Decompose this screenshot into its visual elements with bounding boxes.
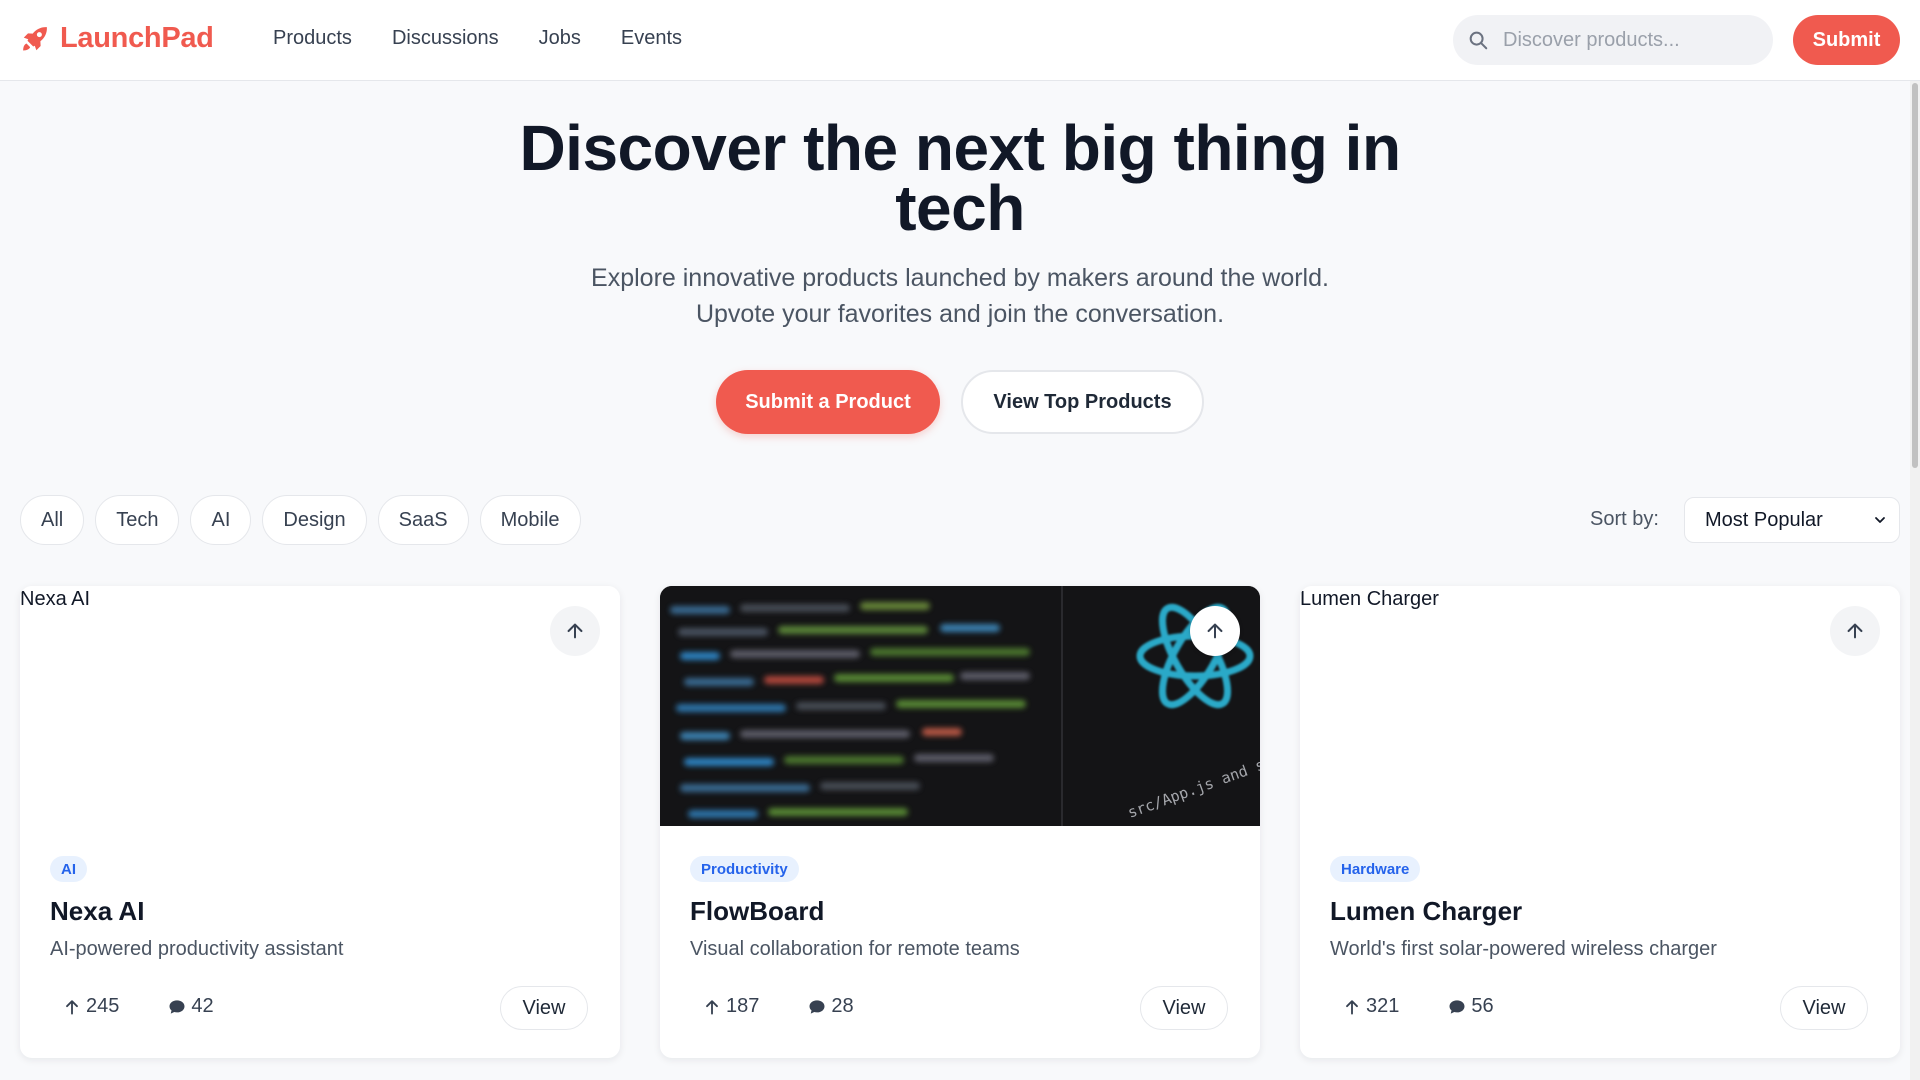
filter-chip-mobile[interactable]: Mobile: [479, 495, 581, 545]
view-top-products-button[interactable]: View Top Products: [961, 370, 1204, 434]
filter-chip-saas[interactable]: SaaS: [377, 495, 469, 545]
product-image-alt: Nexa AI: [20, 588, 91, 610]
search-input[interactable]: [1503, 28, 1753, 52]
product-image: Nexa AI: [20, 586, 620, 826]
upvote-count: 321: [1342, 995, 1399, 1018]
filter-chip-ai[interactable]: AI: [190, 495, 252, 545]
view-button[interactable]: View: [1140, 986, 1228, 1030]
product-description: Visual collaboration for remote teams: [690, 938, 1020, 960]
rocket-icon: [23, 26, 47, 50]
filter-chip-tech[interactable]: Tech: [95, 495, 180, 545]
filter-chip-design[interactable]: Design: [262, 495, 367, 545]
category-filters: All Tech AI Design SaaS Mobile: [20, 495, 581, 545]
upvote-count: 245: [62, 995, 119, 1018]
nav-jobs[interactable]: Jobs: [539, 27, 581, 50]
submit-button[interactable]: Submit: [1793, 15, 1900, 65]
page-scrollbar[interactable]: [1910, 81, 1920, 1080]
hero-subtitle: Explore innovative products launched by …: [460, 260, 1460, 332]
arrow-up-icon: [1847, 623, 1863, 639]
upvote-count-value: 321: [1366, 995, 1400, 1017]
top-navbar: LaunchPad Products Discussions Jobs Even…: [0, 0, 1920, 81]
upvote-count-value: 245: [86, 995, 120, 1017]
comment-count: 56: [1447, 995, 1494, 1018]
product-stats: 245 42: [62, 995, 214, 1018]
category-tag[interactable]: Productivity: [690, 856, 799, 882]
product-image-alt: Lumen Charger: [1300, 588, 1439, 610]
sort-select[interactable]: Most Popular: [1684, 497, 1900, 543]
upvote-count: 187: [702, 995, 759, 1018]
arrow-up-icon: [1346, 999, 1358, 1015]
category-tag[interactable]: AI: [50, 856, 87, 882]
product-description: World's first solar-powered wireless cha…: [1330, 938, 1717, 960]
arrow-up-icon: [706, 999, 718, 1015]
chevron-down-icon: [1875, 517, 1885, 523]
comment-count-value: 28: [831, 995, 854, 1017]
upvote-button[interactable]: [550, 606, 600, 656]
brand-name: LaunchPad: [60, 22, 214, 54]
search-icon: [1469, 31, 1488, 50]
comment-count-value: 42: [191, 995, 214, 1017]
code-screenshot-image: src/App.js and save to: [660, 586, 1260, 826]
arrow-up-icon: [1207, 623, 1223, 639]
hero-subtitle-line2: Upvote your favorites and join the conve…: [695, 300, 1225, 328]
sort-label: Sort by:: [1590, 508, 1659, 530]
comment-icon: [809, 999, 825, 1014]
product-name[interactable]: FlowBoard: [690, 896, 824, 927]
comment-count: 42: [167, 995, 214, 1018]
category-tag[interactable]: Hardware: [1330, 856, 1421, 882]
product-image: Lumen Charger: [1300, 586, 1900, 826]
hero-title: Discover the next big thing in tech: [519, 112, 1401, 244]
search-box[interactable]: [1453, 15, 1773, 65]
product-name[interactable]: Nexa AI: [50, 896, 144, 927]
comment-icon: [1449, 999, 1465, 1014]
product-image: src/App.js and save to: [660, 586, 1260, 826]
hero-subtitle-line1: Explore innovative products launched by …: [591, 264, 1329, 292]
product-stats: 321 56: [1342, 995, 1494, 1018]
comment-count-value: 56: [1471, 995, 1494, 1017]
filter-chip-all[interactable]: All: [20, 495, 85, 545]
product-description: AI-powered productivity assistant: [50, 938, 344, 960]
upvote-count-value: 187: [726, 995, 760, 1017]
product-card[interactable]: Nexa AI AI Nexa AI AI-powered productivi…: [20, 586, 620, 1058]
view-button[interactable]: View: [1780, 986, 1868, 1030]
arrow-up-icon: [66, 999, 78, 1015]
product-name[interactable]: Lumen Charger: [1330, 896, 1522, 927]
brand-logo[interactable]: LaunchPad: [20, 22, 214, 55]
view-button[interactable]: View: [500, 986, 588, 1030]
product-card[interactable]: src/App.js and save to Productivity Flow…: [660, 586, 1260, 1058]
main-nav: Products Discussions Jobs Events: [273, 27, 682, 50]
product-stats: 187 28: [702, 995, 854, 1018]
arrow-up-icon: [567, 623, 583, 639]
sort-selected-value: Most Popular: [1705, 508, 1823, 531]
submit-product-button[interactable]: Submit a Product: [716, 370, 940, 434]
product-card[interactable]: Lumen Charger Hardware Lumen Charger Wor…: [1300, 586, 1900, 1058]
scrollbar-thumb[interactable]: [1912, 83, 1918, 468]
upvote-button[interactable]: [1190, 606, 1240, 656]
nav-events[interactable]: Events: [621, 27, 682, 50]
nav-products[interactable]: Products: [273, 27, 352, 50]
comment-count: 28: [807, 995, 854, 1018]
nav-discussions[interactable]: Discussions: [392, 27, 499, 50]
upvote-button[interactable]: [1830, 606, 1880, 656]
comment-icon: [169, 999, 185, 1014]
